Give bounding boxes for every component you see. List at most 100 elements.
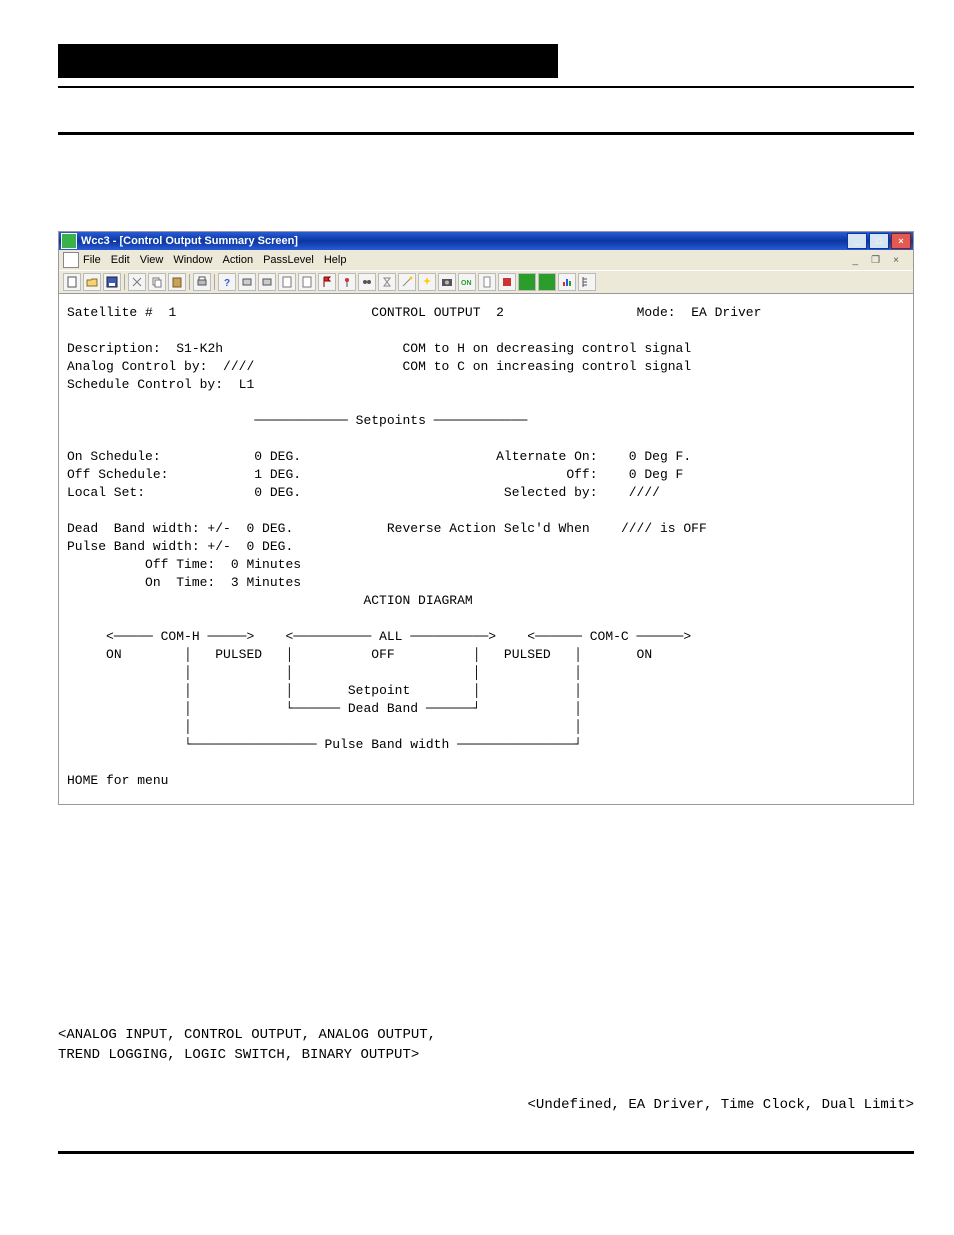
menu-edit[interactable]: Edit [111,254,130,266]
help-icon[interactable]: ? [218,273,236,291]
app-window: Wcc3 - [Control Output Summary Screen] _… [58,231,914,805]
stop-icon[interactable] [498,273,516,291]
menu-window[interactable]: Window [173,254,212,266]
offtime-v: 0 Minutes [231,557,301,572]
cut-icon[interactable] [128,273,146,291]
off-center: OFF [371,647,394,662]
desc-val: S1-K2h [176,341,223,356]
on-sched-v: 0 DEG. [254,449,301,464]
on-sched-l: On Schedule: [67,449,161,464]
print-icon[interactable] [193,273,211,291]
mdi-restore-icon[interactable]: ❐ [871,255,880,266]
flag-icon[interactable] [318,273,336,291]
pulse-l: Pulse Band width: +/- [67,539,231,554]
off-v: 0 Deg F [629,467,684,482]
svg-text:?: ? [224,278,230,288]
pulse-v: 0 DEG. [246,539,293,554]
analog-val: //// [223,359,254,374]
pbw: Pulse Band width [324,737,449,752]
deadband: Dead Band [348,701,418,716]
com-c-text: COM to C on increasing control signal [403,359,692,374]
menu-file[interactable]: File [83,254,101,266]
menu-help[interactable]: Help [324,254,347,266]
ontime-l: On Time: [145,575,215,590]
comc: COM-C [590,629,629,644]
open-icon[interactable] [83,273,101,291]
doc-b-icon[interactable] [298,273,316,291]
copy-icon[interactable] [148,273,166,291]
ontime-v: 3 Minutes [231,575,301,590]
hourglass-icon[interactable] [378,273,396,291]
chart-icon[interactable] [558,273,576,291]
wand-icon[interactable] [398,273,416,291]
printer-icon[interactable] [258,273,276,291]
off-sched-v: 1 DEG. [254,467,301,482]
print-setup-icon[interactable] [238,273,256,291]
all: ALL [379,629,402,644]
footer-notes: <ANALOG INPUT, CONTROL OUTPUT, ANALOG OU… [58,1025,914,1115]
analog-label: Analog Control by: [67,359,207,374]
on-icon[interactable]: ON [458,273,476,291]
doc-a-icon[interactable] [278,273,296,291]
mode-val: EA Driver [691,305,761,320]
home-text: HOME for menu [67,773,168,788]
sat-num: 1 [168,305,176,320]
alt-on-l: Alternate On: [496,449,597,464]
pulsed-right: PULSED [504,647,551,662]
rev-l: Reverse Action Selc'd When [387,521,590,536]
note-line-2: TREND LOGGING, LOGIC SWITCH, BINARY OUTP… [58,1045,914,1065]
com-h-text: COM to H on decreasing control signal [402,341,691,356]
app-icon [61,233,77,249]
maximize-button[interactable]: □ [869,233,889,249]
camera-icon[interactable] [438,273,456,291]
close-button[interactable]: × [891,233,911,249]
ctrl-label: CONTROL OUTPUT [371,305,480,320]
green-a-icon[interactable] [518,273,536,291]
title-bar: Wcc3 - [Control Output Summary Screen] _… [59,232,913,250]
note-right: <Undefined, EA Driver, Time Clock, Dual … [58,1095,914,1115]
action-diagram-title: ACTION DIAGRAM [363,593,472,608]
on-right: ON [637,647,653,662]
minimize-button[interactable]: _ [847,233,867,249]
footer-rule [58,1151,914,1154]
mdi-close-icon[interactable]: × [893,255,899,266]
menu-action[interactable]: Action [222,254,253,266]
off-sched-l: Off Schedule: [67,467,168,482]
menu-view[interactable]: View [140,254,164,266]
menu-bar: File Edit View Window Action PassLevel H… [59,250,913,270]
paste-icon[interactable] [168,273,186,291]
on-left: ON [106,647,122,662]
mdi-minimize-icon[interactable]: _ [853,255,859,266]
doc-c-icon[interactable] [478,273,496,291]
green-b-icon[interactable] [538,273,556,291]
window-title: Wcc3 - [Control Output Summary Screen] [81,235,298,247]
desc-label: Description: [67,341,161,356]
svg-text:ON: ON [461,280,472,287]
section-black-bar [58,44,558,78]
offtime-l: Off Time: [145,557,215,572]
off-l: Off: [566,467,597,482]
mdi-child-icon [63,252,79,268]
menu-passlevel[interactable]: PassLevel [263,254,314,266]
save-icon[interactable] [103,273,121,291]
binoculars-icon[interactable] [358,273,376,291]
spark-icon[interactable] [418,273,436,291]
new-icon[interactable] [63,273,81,291]
rev-v: //// is OFF [621,521,707,536]
sched-label: Schedule Control by: [67,377,223,392]
header-rule [58,86,914,88]
local-set-l: Local Set: [67,485,145,500]
dead-l: Dead Band width: +/- [67,521,231,536]
toolbar: ? ON [59,270,913,294]
note-line-1: <ANALOG INPUT, CONTROL OUTPUT, ANALOG OU… [58,1025,914,1045]
sel-by-v: //// [629,485,660,500]
tree-icon[interactable] [578,273,596,291]
ctrl-num: 2 [496,305,504,320]
terminal-content: Satellite # 1 CONTROL OUTPUT 2 Mode: EA … [59,294,913,804]
sat-label: Satellite # [67,305,153,320]
pin-icon[interactable] [338,273,356,291]
alt-on-v: 0 Deg F. [629,449,691,464]
sched-val: L1 [239,377,255,392]
dead-v: 0 DEG. [246,521,293,536]
pulsed-left: PULSED [215,647,262,662]
